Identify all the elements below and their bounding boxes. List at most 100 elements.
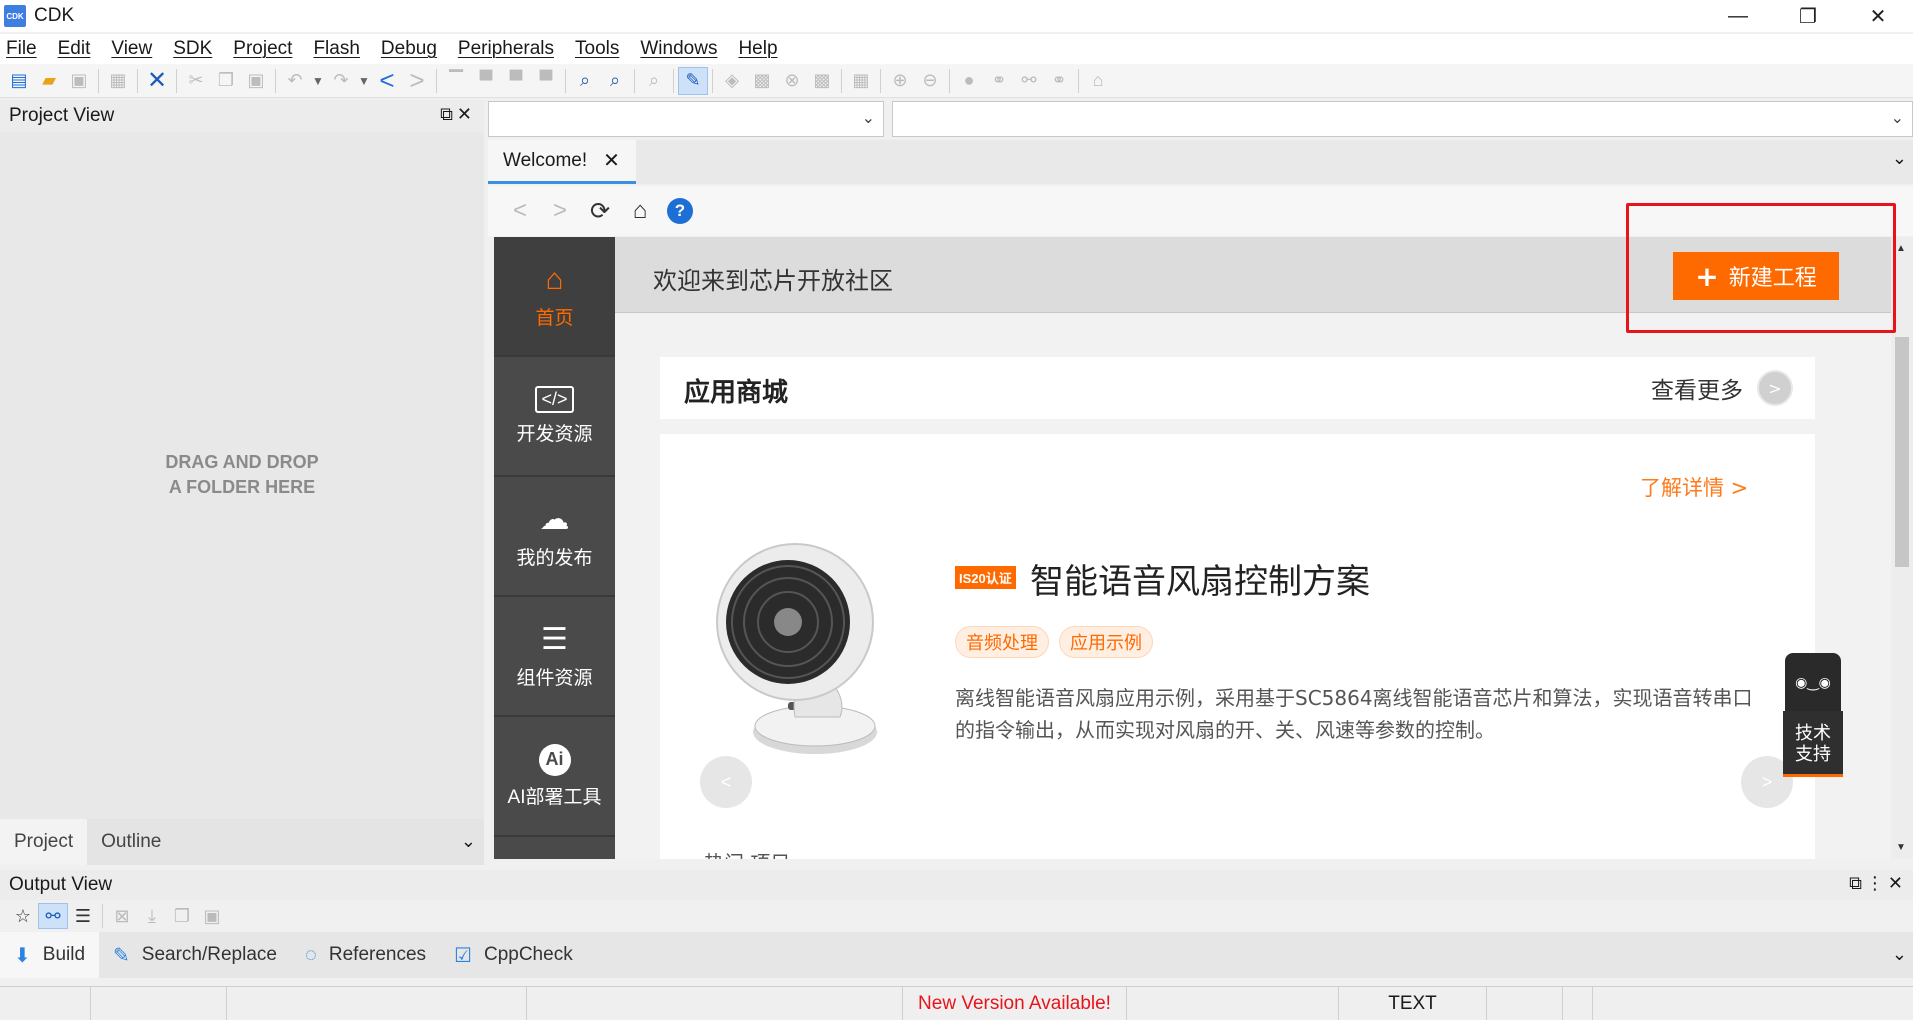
- side-nav-dev-resources[interactable]: </> 开发资源: [494, 357, 615, 477]
- toolbar-divider: [841, 68, 842, 93]
- debug-step-icon[interactable]: ⚭: [984, 67, 1014, 95]
- forward-icon[interactable]: >: [540, 193, 580, 229]
- status-cell: [1126, 987, 1338, 1020]
- menu-view[interactable]: View: [111, 38, 152, 60]
- tab-cppcheck[interactable]: ☑ CppCheck: [440, 932, 587, 978]
- list-icon: ☰: [541, 623, 568, 656]
- nav-forward-icon[interactable]: >: [402, 65, 432, 95]
- minimize-button[interactable]: —: [1703, 0, 1773, 32]
- drop-folder-hint[interactable]: DRAG AND DROP A FOLDER HERE: [0, 450, 484, 500]
- menu-help[interactable]: Help: [738, 38, 777, 60]
- tag-example[interactable]: 应用示例: [1059, 626, 1153, 658]
- new-version-link[interactable]: New Version Available!: [902, 987, 1126, 1020]
- panel-float-close-icon[interactable]: ⧉✕: [440, 104, 476, 125]
- zoom-out-icon[interactable]: ⊖: [915, 67, 945, 95]
- chevron-down-icon[interactable]: ⌄: [1892, 148, 1907, 169]
- redo-dropdown-icon[interactable]: ▼: [356, 67, 372, 95]
- debug-stop-icon[interactable]: ⚭: [1044, 67, 1074, 95]
- chevron-down-icon[interactable]: ⌄: [1892, 944, 1907, 965]
- bookmark-clear-icon[interactable]: ▀: [531, 67, 561, 95]
- build-config-icon[interactable]: ✎: [678, 66, 708, 95]
- find-icon[interactable]: ⌕: [570, 67, 600, 95]
- see-more-link[interactable]: 查看更多 >: [1651, 370, 1793, 406]
- symbol-select[interactable]: ⌄: [892, 101, 1913, 137]
- download-icon[interactable]: ⤓: [137, 903, 167, 929]
- menu-sdk[interactable]: SDK: [173, 38, 212, 60]
- home-icon[interactable]: ⌂: [1083, 67, 1113, 95]
- menu-peripherals[interactable]: Peripherals: [458, 38, 554, 60]
- scroll-up-icon[interactable]: ▲: [1896, 243, 1906, 254]
- restore-button[interactable]: ❐: [1773, 0, 1843, 32]
- fan-product-image[interactable]: [700, 542, 900, 762]
- menu-debug[interactable]: Debug: [381, 38, 437, 60]
- nav-back-icon[interactable]: <: [372, 65, 402, 95]
- cut-icon[interactable]: ✂: [181, 67, 211, 95]
- menu-windows[interactable]: Windows: [640, 38, 717, 60]
- carousel-prev-button[interactable]: <: [700, 756, 752, 808]
- tech-support-widget[interactable]: ◉‿◉ 技术 支持: [1783, 653, 1843, 783]
- product-title[interactable]: 智能语音风扇控制方案: [1030, 554, 1370, 603]
- scroll-down-icon[interactable]: ▼: [1896, 842, 1906, 853]
- bookmark-prev-icon[interactable]: ▀: [471, 67, 501, 95]
- side-nav-home[interactable]: ⌂ 首页: [494, 237, 615, 357]
- scope-select[interactable]: ⌄: [488, 101, 884, 137]
- close-window-button[interactable]: ✕: [1843, 0, 1913, 32]
- tab-references[interactable]: ◌ References: [291, 932, 440, 978]
- paste-icon[interactable]: ▣: [197, 903, 227, 929]
- rebuild-icon[interactable]: ▩: [747, 67, 777, 95]
- tab-search-replace[interactable]: ✎ Search/Replace: [99, 932, 291, 978]
- stop-build-icon[interactable]: ⊗: [777, 67, 807, 95]
- tab-outline[interactable]: Outline: [87, 819, 175, 865]
- main-toolbar: ▤ ▰ ▣ ▦ ✕ ✂ ❐ ▣ ↶ ▼ ↷ ▼ < > ▔ ▀ ▀ ▀ ⌕ ⌕ …: [0, 64, 1913, 98]
- undo-icon[interactable]: ↶: [280, 67, 310, 95]
- copy-icon[interactable]: ❐: [211, 67, 241, 95]
- save-icon[interactable]: ▦: [103, 67, 133, 95]
- bookmark-next-icon[interactable]: ▀: [501, 67, 531, 95]
- refresh-icon[interactable]: ⟳: [580, 193, 620, 229]
- editor-tabstrip: Welcome! ✕ ⌄: [488, 140, 1913, 184]
- tab-build[interactable]: ⬇ Build: [0, 932, 100, 978]
- status-cell: [1562, 987, 1592, 1020]
- help-button[interactable]: ?: [660, 193, 700, 229]
- side-nav-ai-tools[interactable]: Ai AI部署工具: [494, 717, 615, 837]
- learn-more-link[interactable]: 了解详情 >: [1640, 472, 1748, 502]
- bookmark-icon[interactable]: ▔: [441, 67, 471, 95]
- wrap-icon[interactable]: ☰: [68, 903, 98, 929]
- clean-icon[interactable]: ▩: [807, 67, 837, 95]
- close-icon[interactable]: ✕: [603, 148, 620, 173]
- star-icon[interactable]: ☆: [8, 903, 38, 929]
- open-folder-icon[interactable]: ▰: [34, 67, 64, 95]
- find-in-files-icon[interactable]: ⌕: [600, 67, 630, 95]
- scroll-thumb[interactable]: [1895, 337, 1909, 567]
- back-icon[interactable]: <: [500, 193, 540, 229]
- ai-gear-icon: Ai: [538, 743, 571, 776]
- close-file-icon[interactable]: ✕: [142, 67, 172, 95]
- paste-icon[interactable]: ▣: [241, 67, 271, 95]
- link-icon[interactable]: ⚯: [38, 903, 68, 929]
- debug-start-icon[interactable]: ●: [954, 67, 984, 95]
- undo-dropdown-icon[interactable]: ▼: [310, 67, 326, 95]
- menu-file[interactable]: File: [6, 38, 37, 60]
- menu-project[interactable]: Project: [233, 38, 292, 60]
- tab-project[interactable]: Project: [0, 819, 88, 865]
- clear-icon[interactable]: ⊠: [107, 903, 137, 929]
- zoom-in-icon[interactable]: ⊕: [885, 67, 915, 95]
- new-file-icon[interactable]: ▤: [4, 67, 34, 95]
- menu-tools[interactable]: Tools: [575, 38, 619, 60]
- side-nav-my-releases[interactable]: ☁ 我的发布: [494, 477, 615, 597]
- menu-edit[interactable]: Edit: [58, 38, 91, 60]
- copy-icon[interactable]: ❐: [167, 903, 197, 929]
- reload-icon[interactable]: ▣: [64, 67, 94, 95]
- side-nav-components[interactable]: ☰ 组件资源: [494, 597, 615, 717]
- build-icon[interactable]: ◈: [717, 67, 747, 95]
- debug-link-icon[interactable]: ⚯: [1014, 67, 1044, 95]
- chevron-down-icon[interactable]: ⌄: [461, 831, 476, 852]
- tab-welcome[interactable]: Welcome! ✕: [488, 140, 636, 184]
- tag-audio[interactable]: 音频处理: [955, 626, 1049, 658]
- home-icon[interactable]: ⌂: [620, 193, 660, 229]
- menu-flash[interactable]: Flash: [313, 38, 359, 60]
- redo-icon[interactable]: ↷: [326, 67, 356, 95]
- find-symbol-icon[interactable]: ⌕: [639, 67, 669, 95]
- panel-float-close-icon[interactable]: ⧉⋮✕: [1849, 873, 1907, 894]
- layout-icon[interactable]: ▦: [846, 67, 876, 95]
